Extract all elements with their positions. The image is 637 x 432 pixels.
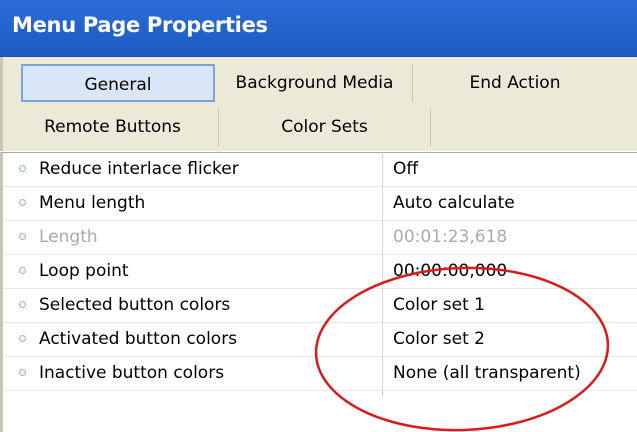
property-value[interactable]: Auto calculate <box>393 193 515 213</box>
property-value[interactable]: 00:00:00,000 <box>393 261 507 281</box>
property-row-menu-length[interactable]: Menu length Auto calculate <box>3 187 637 221</box>
property-row-activated-button-colors[interactable]: Activated button colors Color set 2 <box>3 323 637 357</box>
property-name: Reduce interlace flicker <box>39 159 239 179</box>
tab-remote-buttons[interactable]: Remote Buttons <box>7 108 219 146</box>
window-title: Menu Page Properties <box>12 13 268 37</box>
property-row-loop-point[interactable]: Loop point 00:00:00,000 <box>3 255 637 289</box>
property-name: Length <box>39 227 98 247</box>
property-name: Menu length <box>39 193 146 213</box>
column-divider[interactable] <box>382 152 383 397</box>
property-value[interactable]: Off <box>393 159 418 179</box>
tab-strip: General Background Media End Action Remo… <box>0 57 637 151</box>
tab-general[interactable]: General <box>21 64 215 102</box>
bullet-icon <box>19 199 26 206</box>
bullet-icon <box>19 369 26 376</box>
property-name: Inactive button colors <box>39 363 225 383</box>
tab-background-media[interactable]: Background Media <box>217 64 413 102</box>
bullet-icon <box>19 335 26 342</box>
property-row-selected-button-colors[interactable]: Selected button colors Color set 1 <box>3 289 637 323</box>
property-value: 00:01:23,618 <box>393 227 508 247</box>
tab-end-action[interactable]: End Action <box>415 64 615 102</box>
bullet-icon <box>19 301 26 308</box>
property-name: Loop point <box>39 261 129 281</box>
title-bar: Menu Page Properties <box>0 0 637 57</box>
bullet-icon <box>19 267 26 274</box>
property-row-inactive-button-colors[interactable]: Inactive button colors None (all transpa… <box>3 357 637 391</box>
tab-color-sets[interactable]: Color Sets <box>219 108 431 146</box>
property-value[interactable]: None (all transparent) <box>393 363 581 383</box>
property-value[interactable]: Color set 1 <box>393 295 485 315</box>
bullet-icon <box>19 233 26 240</box>
bullet-icon <box>19 165 26 172</box>
property-value[interactable]: Color set 2 <box>393 329 485 349</box>
property-row-length: Length 00:01:23,618 <box>3 221 637 255</box>
property-name: Selected button colors <box>39 295 231 315</box>
property-name: Activated button colors <box>39 329 238 349</box>
properties-grid: Reduce interlace flicker Off Menu length… <box>0 152 637 432</box>
property-row-reduce-interlace-flicker[interactable]: Reduce interlace flicker Off <box>3 153 637 187</box>
